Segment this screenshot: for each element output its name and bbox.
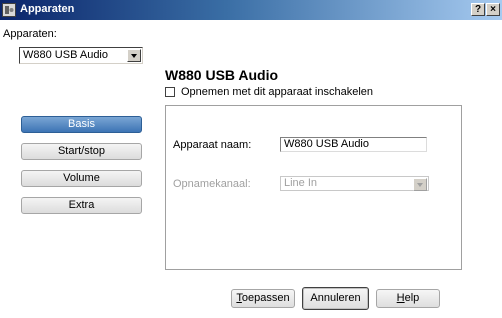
help-label: elp <box>404 292 420 304</box>
help-mnemonic: H <box>396 292 405 304</box>
device-select-value: W880 USB Audio <box>23 49 108 61</box>
device-name-label: Apparaat naam: <box>173 139 252 151</box>
nav-startstop-button[interactable]: Start/stop <box>21 143 142 160</box>
device-select-dropdown-button[interactable] <box>127 49 141 62</box>
device-name-input[interactable]: W880 USB Audio <box>280 137 427 152</box>
record-checkbox[interactable] <box>165 87 175 97</box>
record-channel-select[interactable]: Line In <box>280 176 429 191</box>
device-heading: W880 USB Audio <box>165 67 279 83</box>
close-title-button[interactable]: × <box>486 3 500 16</box>
record-channel-dropdown-button[interactable] <box>413 178 427 191</box>
speaker-app-icon <box>2 3 16 17</box>
help-title-button[interactable]: ? <box>471 3 485 16</box>
cancel-button[interactable]: Annuleren <box>302 287 369 310</box>
record-checkbox-label[interactable]: Opnemen met dit apparaat inschakelen <box>181 86 373 98</box>
title-bar: Apparaten ? × <box>0 0 502 20</box>
chevron-down-icon <box>131 54 137 58</box>
nav-extra-button[interactable]: Extra <box>21 197 142 214</box>
nav-volume-button[interactable]: Volume <box>21 170 142 187</box>
device-name-value: W880 USB Audio <box>284 138 369 150</box>
devices-label: Apparaten: <box>3 28 57 40</box>
record-channel-label: Opnamekanaal: <box>173 178 251 190</box>
apply-label: oepassen <box>241 292 290 304</box>
nav-basis-button[interactable]: Basis <box>21 116 142 133</box>
window-title: Apparaten <box>20 3 75 15</box>
record-channel-value: Line In <box>284 177 318 189</box>
help-button[interactable]: Help <box>376 289 440 308</box>
chevron-down-icon <box>417 183 423 187</box>
apply-button[interactable]: Toepassen <box>231 289 295 308</box>
device-select[interactable]: W880 USB Audio <box>19 47 143 64</box>
